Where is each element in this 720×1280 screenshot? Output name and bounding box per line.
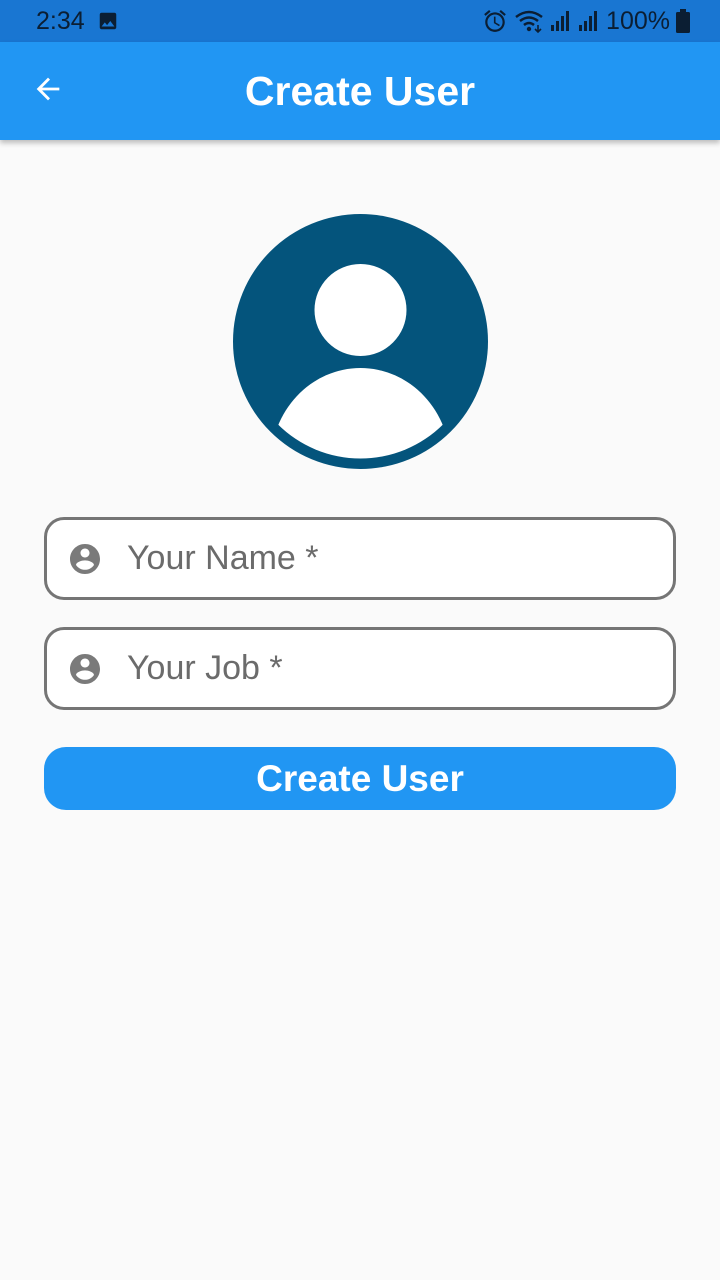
- account-circle-icon: [70, 653, 100, 684]
- signal-icon: [550, 10, 572, 32]
- alarm-icon: [482, 8, 508, 34]
- account-circle-icon: [70, 543, 100, 574]
- avatar: [233, 214, 488, 469]
- create-user-screen: 2:34 100% Create User Your Name * Your J…: [0, 0, 720, 1280]
- job-input[interactable]: [127, 630, 673, 707]
- status-time: 2:34: [36, 6, 85, 35]
- job-field[interactable]: [44, 627, 676, 710]
- image-icon: [97, 10, 119, 32]
- create-user-button[interactable]: Create User: [44, 747, 676, 810]
- battery-icon: [676, 9, 690, 33]
- page-title: Create User: [244, 68, 476, 114]
- signal-icon: [578, 10, 600, 32]
- wifi-icon: [514, 8, 544, 34]
- account-circle-icon: [233, 214, 488, 469]
- name-field[interactable]: [44, 517, 676, 600]
- status-bar: 2:34 100%: [0, 0, 720, 42]
- name-input[interactable]: [127, 520, 673, 597]
- app-bar: Create User: [0, 42, 720, 140]
- battery-level: 100%: [606, 6, 670, 35]
